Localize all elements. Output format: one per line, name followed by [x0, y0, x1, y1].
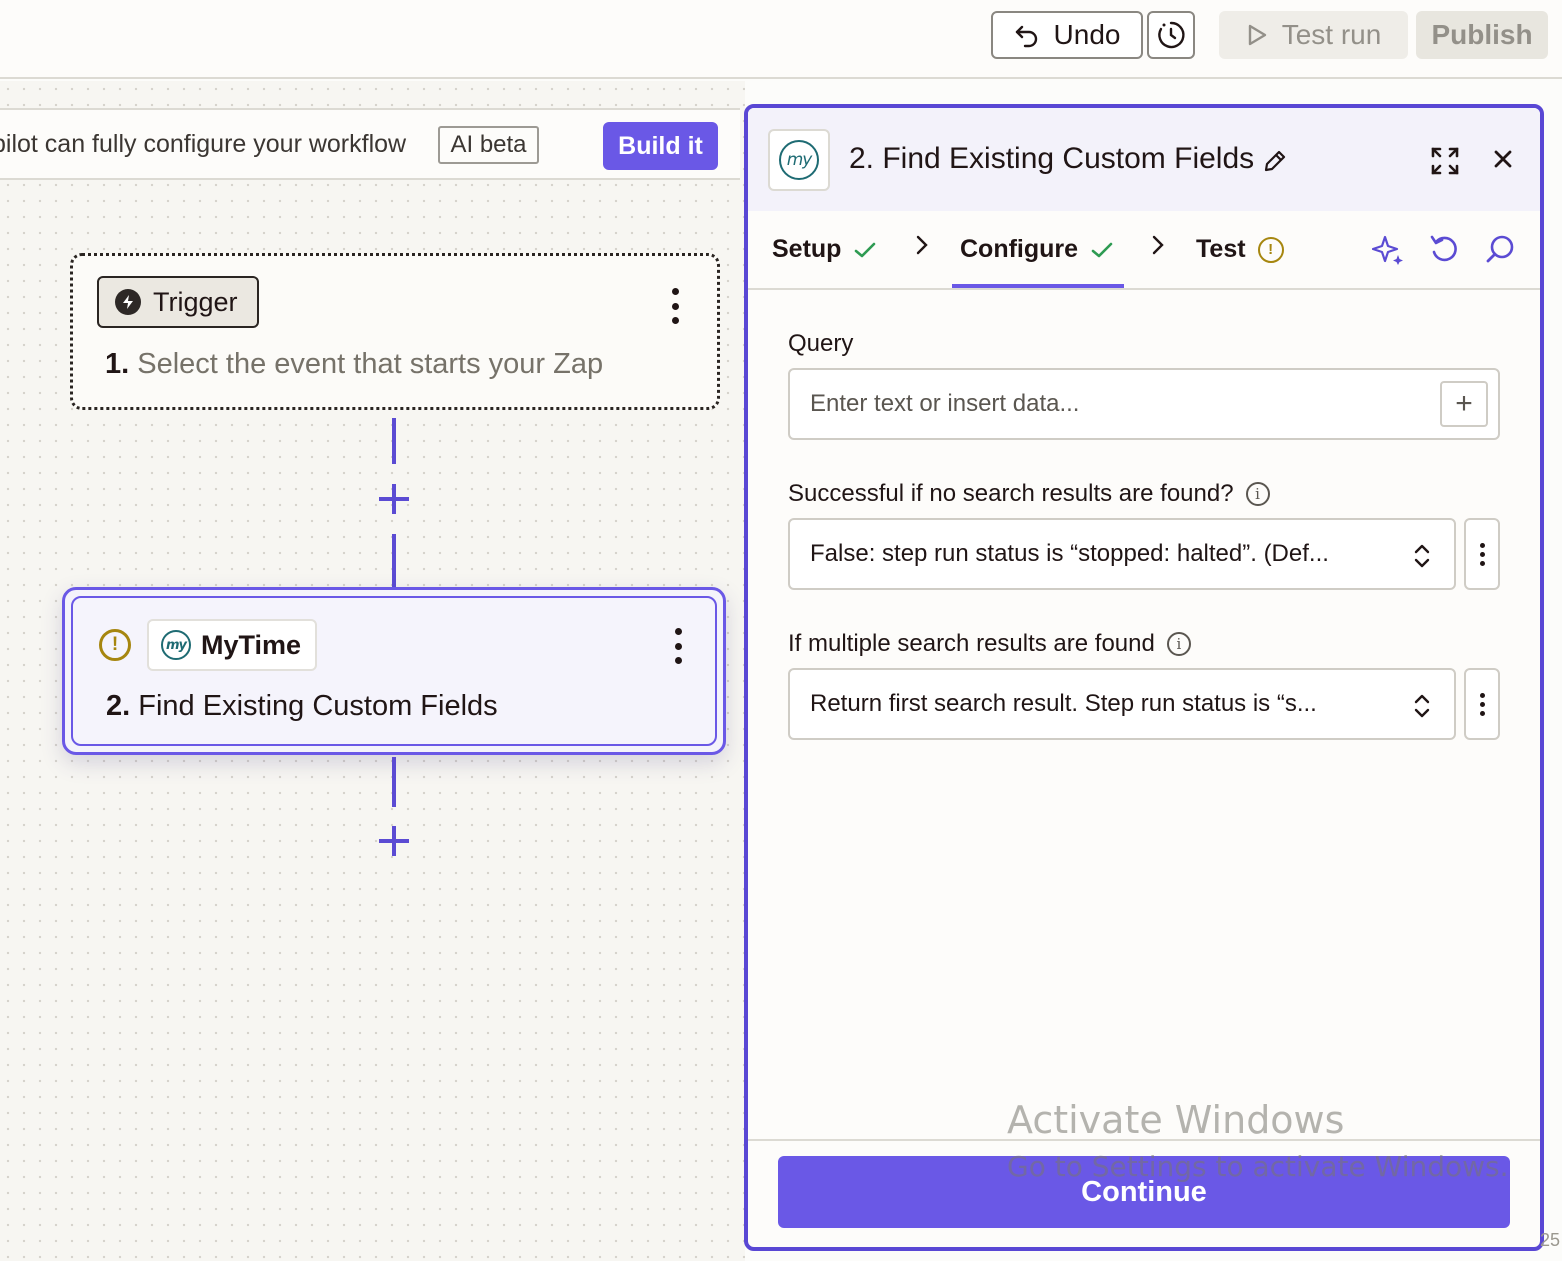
- comment-search-icon[interactable]: [1484, 233, 1516, 265]
- query-label-text: Query: [788, 330, 854, 357]
- ai-beta-badge: AI beta: [438, 126, 539, 164]
- trigger-title-text: Select the event that starts your Zap: [137, 348, 604, 380]
- app-pill: my MyTime: [147, 619, 317, 671]
- multiple-results-label-text: If multiple search results are found: [788, 630, 1155, 657]
- copilot-banner: pilot can fully configure your workflow …: [0, 108, 740, 180]
- copilot-text: pilot can fully configure your workflow: [0, 130, 407, 158]
- no-results-label: Successful if no search results are foun…: [788, 480, 1270, 508]
- version-history-button[interactable]: [1147, 11, 1195, 59]
- undo-icon: [1015, 25, 1037, 48]
- no-results-more-button[interactable]: [1464, 518, 1500, 590]
- build-it-button[interactable]: Build it: [603, 122, 718, 170]
- test-run-label: Test run: [1281, 19, 1382, 50]
- trigger-number: 1.: [105, 348, 130, 380]
- check-icon: [1091, 242, 1113, 257]
- select-updown-icon: [1414, 694, 1430, 718]
- multiple-results-more-button[interactable]: [1464, 668, 1500, 740]
- active-tab-indicator: [952, 284, 1124, 288]
- history-clock-icon: [1158, 21, 1185, 49]
- multiple-results-value: Return first search result. Step run sta…: [810, 690, 1317, 717]
- connector-line: [392, 418, 396, 464]
- check-icon: [855, 242, 876, 257]
- mytime-logo-icon: my: [779, 140, 819, 180]
- test-run-button[interactable]: Test run: [1219, 11, 1408, 59]
- build-it-label: Build it: [618, 131, 703, 160]
- no-results-value: False: step run status is “stopped: halt…: [810, 540, 1329, 567]
- trigger-title: 1. Select the event that starts your Zap: [105, 348, 603, 381]
- tab-test[interactable]: Test !: [1196, 235, 1284, 264]
- tab-test-label: Test: [1196, 235, 1246, 263]
- trigger-more-icon[interactable]: [668, 288, 682, 324]
- publish-label: Publish: [1431, 19, 1533, 50]
- mytime-logo-icon: my: [161, 630, 191, 660]
- tab-setup[interactable]: Setup: [772, 235, 877, 264]
- add-step-plus-icon[interactable]: [379, 826, 409, 856]
- tab-configure-label: Configure: [960, 235, 1079, 263]
- panel-title[interactable]: 2. Find Existing Custom Fields: [849, 142, 1254, 176]
- multiple-results-select[interactable]: Return first search result. Step run sta…: [788, 668, 1456, 740]
- info-icon[interactable]: i: [1166, 632, 1191, 656]
- chevron-right-icon: [1152, 235, 1164, 255]
- tab-configure[interactable]: Configure: [960, 235, 1114, 264]
- trigger-pill: Trigger: [97, 276, 259, 328]
- select-updown-icon: [1414, 544, 1430, 568]
- step-tabs: Setup Configure Test !: [748, 211, 1540, 290]
- step-title: 2. Find Existing Custom Fields: [106, 690, 498, 723]
- sparkle-ai-icon[interactable]: [1372, 233, 1404, 265]
- step-number: 2.: [106, 690, 131, 722]
- corner-text: 25: [1540, 1230, 1561, 1250]
- connector-line: [392, 757, 396, 807]
- warning-icon: !: [1257, 236, 1284, 263]
- tab-setup-label: Setup: [772, 235, 842, 263]
- trigger-pill-label: Trigger: [153, 286, 238, 317]
- insert-data-plus-button[interactable]: +: [1440, 381, 1488, 427]
- expand-icon[interactable]: [1430, 146, 1460, 176]
- query-label: Query: [788, 330, 853, 358]
- add-step-plus-icon[interactable]: [379, 484, 409, 514]
- no-results-select[interactable]: False: step run status is “stopped: halt…: [788, 518, 1456, 590]
- connector-line: [392, 534, 396, 588]
- action-step-inner: ! my MyTime 2. Find Existing Custom Fiel…: [71, 596, 717, 746]
- mytime-logo-text: my: [786, 150, 813, 170]
- refresh-icon[interactable]: [1428, 233, 1460, 265]
- play-icon: [1248, 24, 1266, 46]
- action-step-card[interactable]: ! my MyTime 2. Find Existing Custom Fiel…: [62, 587, 726, 755]
- close-icon[interactable]: [1488, 144, 1518, 174]
- panel-header: my 2. Find Existing Custom Fields: [748, 108, 1540, 211]
- multiple-results-label: If multiple search results are found i: [788, 630, 1191, 658]
- edit-pencil-icon[interactable]: [1262, 148, 1288, 174]
- top-toolbar: Undo Test run Publish: [0, 0, 1562, 79]
- undo-label: Undo: [1053, 19, 1121, 50]
- info-icon[interactable]: i: [1245, 482, 1270, 506]
- step-title-text: Find Existing Custom Fields: [138, 690, 498, 722]
- warning-icon: !: [99, 629, 131, 661]
- query-input[interactable]: Enter text or insert data... +: [788, 368, 1500, 440]
- publish-button[interactable]: Publish: [1416, 11, 1548, 59]
- step-more-icon[interactable]: [671, 628, 685, 664]
- chevron-right-icon: [916, 235, 928, 255]
- activate-windows-watermark: Activate Windows: [1007, 1098, 1345, 1142]
- step-editor-panel: my 2. Find Existing Custom Fields Setup: [744, 104, 1544, 1251]
- mytime-logo-text: my: [165, 637, 187, 653]
- activate-windows-subtext: Go to Settings to activate Windows.: [1007, 1150, 1509, 1183]
- undo-button[interactable]: Undo: [991, 11, 1143, 59]
- query-placeholder: Enter text or insert data...: [810, 390, 1080, 417]
- panel-app-logo: my: [768, 129, 830, 191]
- bolt-icon: [115, 289, 141, 315]
- no-results-label-text: Successful if no search results are foun…: [788, 480, 1234, 507]
- app-name: MyTime: [201, 629, 302, 660]
- trigger-step-card[interactable]: Trigger 1. Select the event that starts …: [70, 253, 720, 410]
